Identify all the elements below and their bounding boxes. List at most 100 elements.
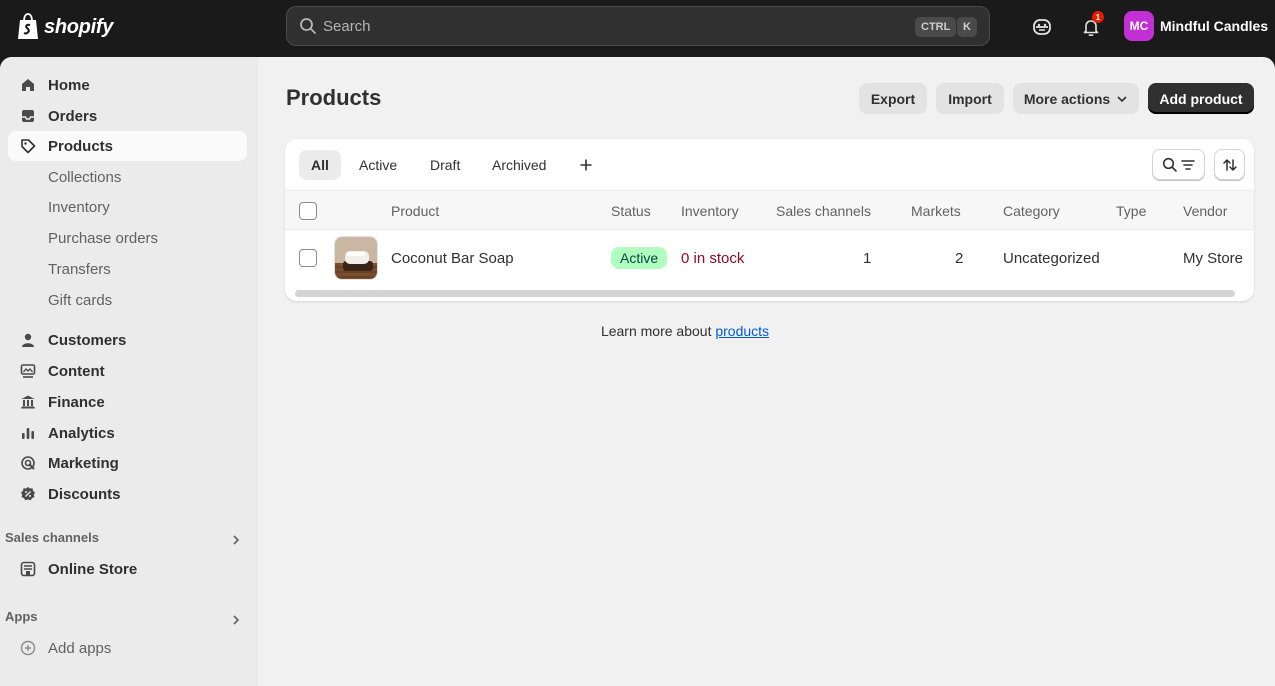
sidebar-item-label: Orders <box>48 107 98 125</box>
plus-icon <box>580 159 592 171</box>
chevron-right-icon[interactable] <box>230 534 242 546</box>
sidebar-item-finance[interactable]: Finance <box>8 387 247 417</box>
vendor-value: My Store <box>1183 250 1244 267</box>
store-menu[interactable]: MC Mindful Candles <box>1124 11 1268 41</box>
shortcut-ctrl-key: CTRL <box>915 17 957 37</box>
notification-badge: 1 <box>1092 11 1104 23</box>
chevron-right-icon[interactable] <box>230 614 242 626</box>
column-header-product[interactable]: Product <box>391 203 439 219</box>
store-name: Mindful Candles <box>1160 18 1269 34</box>
learn-more-prefix: Learn more about <box>600 323 716 339</box>
target-icon <box>19 454 37 472</box>
sort-icon <box>1222 158 1237 171</box>
sidebar-sub-inventory[interactable]: Inventory <box>48 199 110 216</box>
sidebar-item-label: Content <box>48 362 105 380</box>
add-product-button[interactable]: Add product <box>1148 83 1254 114</box>
column-header-inventory[interactable]: Inventory <box>681 203 739 219</box>
search-input[interactable] <box>323 17 883 35</box>
sidebar-item-label: Analytics <box>48 424 115 442</box>
sidebar-item-label: Discounts <box>48 485 121 503</box>
search-bar[interactable]: CTRL K <box>286 6 990 46</box>
sidebar-item-label: Add apps <box>48 639 112 657</box>
top-bar: shopify CTRL K 1 MC Mindful Candles <box>0 0 1275 57</box>
sidebar-item-label: Products <box>48 137 114 155</box>
shopify-bag-icon <box>18 13 38 39</box>
main-frame: Home Orders Products Collections Invento… <box>0 57 1275 686</box>
sidebar-item-home[interactable]: Home <box>8 70 247 100</box>
sidebar-item-content[interactable]: Content <box>8 356 247 386</box>
sidebar-item-marketing[interactable]: Marketing <box>8 448 247 478</box>
filter-icon <box>1180 159 1195 170</box>
column-header-type[interactable]: Type <box>1116 203 1146 219</box>
sidebar-item-online-store[interactable]: Online Store <box>8 554 247 584</box>
product-name-link[interactable]: Coconut Bar Soap <box>391 250 514 267</box>
column-header-status[interactable]: Status <box>611 203 651 219</box>
sidebar-item-label: Home <box>48 76 90 94</box>
plus-circle-icon <box>19 639 37 657</box>
tab-active[interactable]: Active <box>347 150 409 180</box>
learn-more-text: Learn more about products <box>0 323 1110 339</box>
home-icon <box>19 76 37 94</box>
import-button[interactable]: Import <box>936 83 1004 114</box>
sidebar-item-products[interactable]: Products <box>8 131 247 161</box>
search-icon <box>300 18 316 34</box>
tag-icon <box>19 137 37 155</box>
bank-icon <box>19 393 37 411</box>
bar-chart-icon <box>19 424 37 442</box>
inventory-value: 0 in stock <box>681 250 745 267</box>
tab-all[interactable]: All <box>299 150 341 180</box>
add-view-button[interactable] <box>567 150 605 180</box>
sidebar-item-analytics[interactable]: Analytics <box>8 418 247 448</box>
store-icon <box>19 560 37 578</box>
search-icon <box>1162 157 1177 172</box>
apps-heading[interactable]: Apps <box>5 609 38 624</box>
sidebar-sub-purchase-orders[interactable]: Purchase orders <box>48 230 158 247</box>
row-checkbox[interactable] <box>299 249 317 267</box>
sidebar-item-label: Finance <box>48 393 105 411</box>
sales-channels-value: 1 <box>863 250 872 267</box>
sort-button[interactable] <box>1214 149 1245 180</box>
sidebar-item-orders[interactable]: Orders <box>8 101 247 131</box>
shopify-logo[interactable]: shopify <box>16 12 113 42</box>
markets-value: 2 <box>955 250 964 267</box>
sidebar-item-label: Marketing <box>48 454 119 472</box>
product-thumbnail[interactable] <box>334 236 378 280</box>
discount-icon <box>19 485 37 503</box>
products-help-link[interactable]: products <box>715 323 769 339</box>
sidebar-item-label: Online Store <box>48 560 138 578</box>
notifications-button[interactable]: 1 <box>1078 11 1104 40</box>
column-header-markets[interactable]: Markets <box>911 203 961 219</box>
page-title: Products <box>286 85 382 110</box>
tab-draft[interactable]: Draft <box>418 150 472 180</box>
content-icon <box>19 362 37 380</box>
tab-archived[interactable]: Archived <box>480 150 558 180</box>
sidebar-sub-transfers[interactable]: Transfers <box>48 261 111 278</box>
avatar: MC <box>1124 11 1154 41</box>
sidebar-sub-collections[interactable]: Collections <box>48 169 121 186</box>
search-filter-button[interactable] <box>1152 149 1205 180</box>
chevron-down-icon <box>1117 95 1127 102</box>
status-badge: Active <box>611 247 668 269</box>
column-header-category[interactable]: Category <box>1003 203 1060 219</box>
sidebar: Home Orders Products Collections Invento… <box>0 57 258 686</box>
more-actions-label: More actions <box>1023 90 1111 107</box>
column-header-vendor[interactable]: Vendor <box>1183 203 1227 219</box>
logo-text: shopify <box>44 15 114 38</box>
horizontal-scrollbar[interactable] <box>295 290 1235 297</box>
table-row[interactable]: Coconut Bar Soap Active 0 in stock 1 2 U… <box>285 230 1254 286</box>
sales-channels-heading[interactable]: Sales channels <box>5 530 99 545</box>
export-button[interactable]: Export <box>859 83 927 114</box>
select-all-checkbox[interactable] <box>299 202 317 220</box>
shortcut-k-key: K <box>957 17 977 37</box>
products-card: All Active Draft Archived Product Status… <box>285 139 1254 301</box>
sidebar-item-add-apps[interactable]: Add apps <box>8 633 247 663</box>
column-header-sales-channels[interactable]: Sales channels <box>776 203 871 219</box>
inbox-icon <box>19 107 37 125</box>
sidebar-sub-gift-cards[interactable]: Gift cards <box>48 292 112 309</box>
sidekick-icon <box>1033 19 1051 35</box>
sidekick-button[interactable] <box>1029 14 1055 40</box>
category-value: Uncategorized <box>1003 250 1100 267</box>
table-header: Product Status Inventory Sales channels … <box>285 190 1254 230</box>
sidebar-item-discounts[interactable]: Discounts <box>8 479 247 509</box>
more-actions-button[interactable]: More actions <box>1013 83 1139 114</box>
